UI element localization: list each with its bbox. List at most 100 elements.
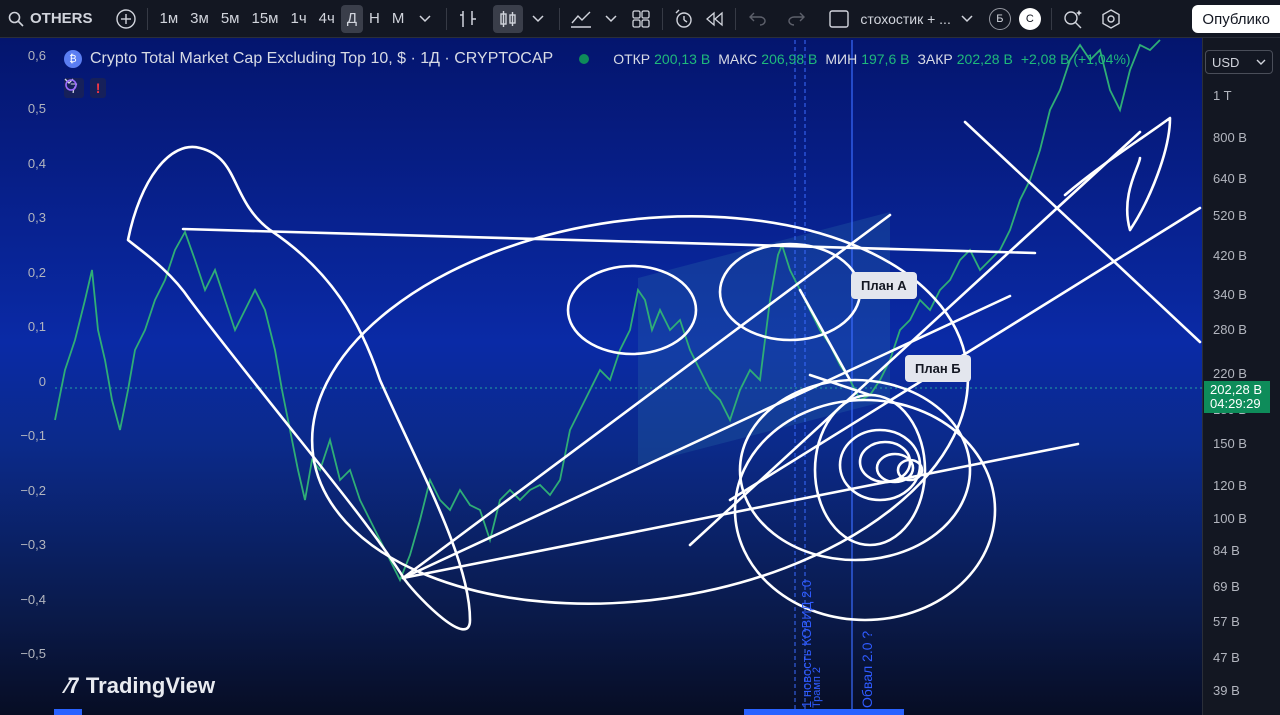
- quick-search-button[interactable]: [1058, 5, 1088, 33]
- open-key: ОТКР: [613, 51, 651, 67]
- redo-button[interactable]: [782, 5, 812, 33]
- osc-tick: 0,3: [27, 210, 46, 225]
- chart-type-dropdown-button[interactable]: [523, 5, 553, 33]
- indicators-icon: [571, 11, 592, 28]
- gear-icon: [1102, 8, 1120, 29]
- price-tick: 57 B: [1213, 614, 1240, 629]
- timeframe-3m[interactable]: 3м: [184, 5, 215, 33]
- plan-a-label[interactable]: План А: [851, 272, 917, 299]
- high-value: 206,98 B: [761, 51, 818, 67]
- divider: [446, 7, 448, 30]
- indicator-template-label[interactable]: стохостик + ...: [854, 5, 957, 33]
- ohlc-values: ОТКР 200,13 B МАКС 206,98 B МИН 197,6 B …: [613, 51, 1134, 67]
- refresh-icon: [65, 79, 77, 91]
- divider: [662, 7, 664, 30]
- price-tick: 340 B: [1213, 287, 1247, 302]
- low-key: МИН: [825, 51, 858, 67]
- timeframe-4h[interactable]: 4ч: [313, 5, 341, 33]
- osc-tick: 0: [38, 374, 46, 389]
- timeframe-5m[interactable]: 5м: [215, 5, 246, 33]
- legend-title[interactable]: Crypto Total Market Cap Excluding Top 10…: [90, 50, 553, 68]
- candles-style-button[interactable]: [493, 4, 524, 33]
- timeframe-1h[interactable]: 1ч: [284, 5, 312, 33]
- magnifier-sparkle-icon: [1064, 9, 1082, 28]
- square-icon: [829, 9, 850, 28]
- price-tick: 120 B: [1213, 478, 1247, 493]
- layout-grid-icon: [632, 9, 650, 28]
- replay-button[interactable]: [699, 5, 729, 33]
- top-toolbar: OTHERS 1м 3м 5м 15м 1ч 4ч Д Н М стохости…: [0, 0, 1280, 38]
- indicators-button[interactable]: [566, 5, 596, 33]
- rewind-icon: [706, 11, 723, 26]
- event-label-2: Трамп 2: [811, 666, 823, 708]
- indicators-dropdown-button[interactable]: [596, 5, 626, 33]
- publish-button[interactable]: Опублико: [1192, 5, 1280, 33]
- osc-tick: −0,1: [20, 428, 46, 443]
- alert-button[interactable]: [669, 5, 699, 33]
- timeframe-day[interactable]: Д: [340, 4, 363, 33]
- price-tick: 150 B: [1213, 436, 1247, 451]
- undo-icon: [749, 12, 766, 26]
- timeframe-week[interactable]: Н: [363, 5, 386, 33]
- layout-button[interactable]: [626, 5, 656, 33]
- timeframe-15m[interactable]: 15м: [245, 5, 284, 33]
- price-tick: 640 B: [1213, 171, 1247, 186]
- chevron-down-icon: [605, 14, 617, 22]
- compare-add-button[interactable]: [111, 5, 141, 33]
- price-tick: 1 T: [1213, 88, 1232, 103]
- status-pill[interactable]: !: [65, 78, 107, 98]
- plan-b-label[interactable]: План Б: [905, 355, 971, 382]
- price-tick: 280 B: [1213, 322, 1247, 337]
- last-price: 202,28 B: [1210, 382, 1263, 397]
- symbol-search-button[interactable]: OTHERS: [0, 5, 93, 33]
- close-key: ЗАКР: [917, 51, 953, 67]
- divider: [735, 7, 737, 30]
- currency-select[interactable]: USD: [1205, 50, 1273, 74]
- timeframe-month[interactable]: М: [386, 5, 411, 33]
- price-tick: 520 B: [1213, 208, 1247, 223]
- osc-tick: 0,2: [27, 265, 46, 280]
- low-value: 197,6 B: [861, 51, 910, 67]
- price-tick: 420 B: [1213, 248, 1247, 263]
- price-tick: 100 B: [1213, 511, 1247, 526]
- osc-tick: 0,4: [27, 156, 46, 171]
- plus-circle-icon: [115, 8, 136, 29]
- price-tick: 47 B: [1213, 650, 1240, 665]
- badge-b[interactable]: Б: [988, 7, 1011, 30]
- bar-style-button[interactable]: [453, 5, 483, 33]
- osc-tick: −0,5: [20, 646, 46, 661]
- tradingview-watermark: ⁄7 TradingView: [66, 673, 215, 699]
- redo-icon: [788, 12, 806, 26]
- settings-button[interactable]: [1096, 5, 1126, 33]
- osc-tick: −0,3: [20, 537, 46, 552]
- fullscreen-square-button[interactable]: [824, 5, 854, 33]
- open-value: 200,13 B: [654, 51, 711, 67]
- close-value: 202,28 B: [956, 51, 1013, 67]
- symbol-label: OTHERS: [30, 10, 93, 27]
- change-value: +2,08 B (+1,04%): [1020, 51, 1131, 67]
- tradingview-logo-icon: ⁄7: [66, 673, 80, 698]
- candlestick-icon: [500, 10, 517, 27]
- timeframe-1m[interactable]: 1м: [154, 5, 185, 33]
- watermark-text: TradingView: [85, 673, 216, 698]
- osc-tick: −0,4: [20, 592, 46, 607]
- chart-legend: ₿ Crypto Total Market Cap Excluding Top …: [64, 50, 1135, 68]
- osc-tick: 0,6: [27, 48, 46, 63]
- oscillator-axis[interactable]: 0,6 0,5 0,4 0,3 0,2 0,1 0 −0,1 −0,2 −0,3…: [0, 38, 52, 715]
- event-label-3: Обвал 2.0 ?: [859, 630, 875, 708]
- price-tick: 69 B: [1213, 579, 1240, 594]
- chevron-down-icon[interactable]: [957, 5, 977, 33]
- warning-icon: !: [95, 80, 101, 96]
- last-price-tag: 202,28 B 04:29:29: [1204, 381, 1270, 413]
- alarm-clock-icon: [675, 9, 693, 28]
- price-tick: 39 B: [1213, 683, 1240, 698]
- undo-button[interactable]: [742, 5, 772, 33]
- badge-c[interactable]: С: [1018, 7, 1041, 30]
- chevron-down-icon: [532, 14, 544, 22]
- price-axis[interactable]: 1 T 800 B 640 B 520 B 420 B 340 B 280 B …: [1202, 38, 1280, 715]
- chart-pane[interactable]: ₿ Crypto Total Market Cap Excluding Top …: [0, 38, 1202, 715]
- time-scroll-handle[interactable]: [744, 709, 904, 715]
- indicators-collapse-row: 7 !: [64, 78, 107, 98]
- time-scroll-handle-left[interactable]: [54, 709, 82, 715]
- timeframe-dropdown-button[interactable]: [410, 5, 440, 33]
